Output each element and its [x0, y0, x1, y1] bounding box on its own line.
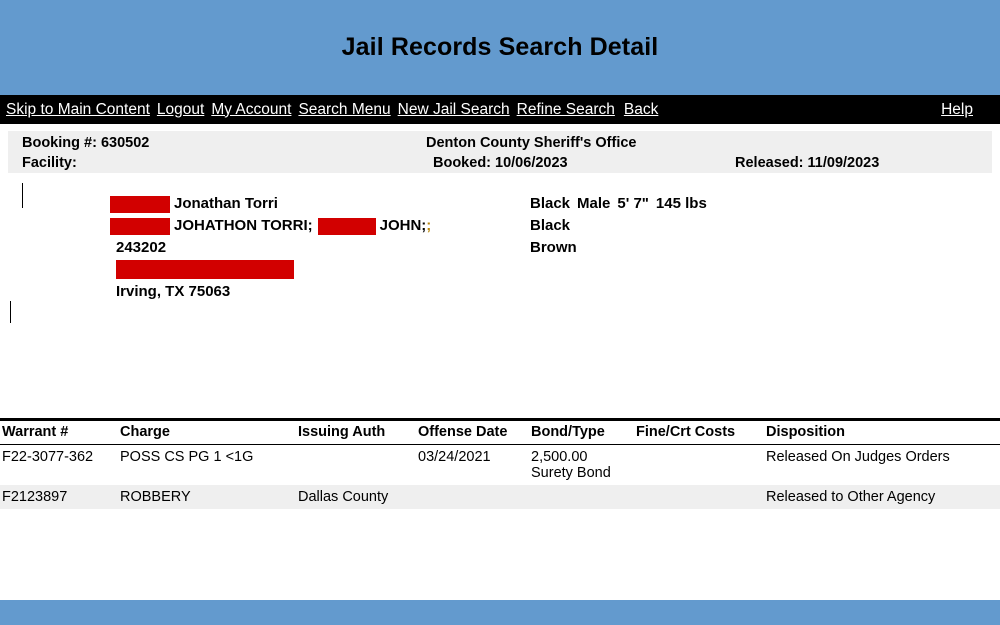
redaction-box-street-address: [116, 260, 294, 280]
redaction-box-name: [110, 195, 170, 213]
booking-summary-strip: Booking #: 630502 Facility: Denton Count…: [8, 131, 992, 173]
nav-link-refine-search[interactable]: Refine Search: [517, 101, 615, 119]
cell-bond-type: [531, 485, 636, 509]
cell-bond-type: 2,500.00 Surety Bond: [531, 449, 611, 481]
subject-detail-block: Jonathan Torri JOHATHON TORRI; JOHN;; 243…: [8, 173, 992, 418]
cell-fine-costs: [636, 485, 766, 509]
mugshot-placeholder-rule-bottom: [10, 301, 11, 323]
nav-link-logout[interactable]: Logout: [157, 101, 204, 119]
redaction-box-alias-2: [317, 217, 376, 235]
subject-alias-1: JOHATHON TORRI;: [174, 217, 313, 234]
cell-issuing-auth: Dallas County: [298, 485, 418, 509]
column-header-issuing-auth: Issuing Auth: [298, 418, 418, 445]
booked-date: Booked: 10/06/2023: [433, 155, 568, 171]
subject-id-line: 243202: [110, 237, 431, 259]
cell-warrant: F2123897: [0, 485, 120, 509]
table-row: F22-3077-362 POSS CS PG 1 <1G 03/24/2021…: [0, 445, 1000, 486]
subject-city-state-zip: Irving, TX 75063: [116, 283, 231, 300]
subject-id-number: 243202: [116, 239, 167, 256]
subject-name: Jonathan Torri: [174, 195, 278, 212]
page-footer-bar: [0, 600, 1000, 625]
subject-name-column: Jonathan Torri JOHATHON TORRI; JOHN;; 243…: [110, 193, 431, 259]
charges-table-header: Warrant # Charge Issuing Auth Offense Da…: [0, 418, 1000, 445]
subject-sex: Male: [577, 195, 611, 212]
subject-alias-2: JOHN;: [379, 217, 427, 234]
address-city-line: Irving, TX 75063: [110, 281, 294, 303]
nav-link-search-menu[interactable]: Search Menu: [298, 101, 390, 119]
address-street-line: [110, 259, 294, 281]
subject-alias-line: JOHATHON TORRI; JOHN;;: [110, 215, 431, 237]
page-title: Jail Records Search Detail: [341, 33, 659, 61]
cell-warrant: F22-3077-362: [2, 449, 94, 465]
table-row: F2123897 ROBBERY Dallas County Released …: [0, 485, 1000, 509]
page-header-banner: Jail Records Search Detail: [0, 0, 1000, 95]
column-header-disposition: Disposition: [766, 418, 1000, 445]
column-header-bond-type: Bond/Type: [531, 418, 636, 445]
column-header-warrant: Warrant #: [0, 418, 120, 445]
subject-name-line: Jonathan Torri: [110, 193, 431, 215]
nav-link-my-account[interactable]: My Account: [211, 101, 291, 119]
main-navigation-bar: Skip to Main Content Logout My Account S…: [0, 95, 1000, 124]
nav-links-left: Skip to Main Content Logout My Account S…: [6, 101, 941, 119]
charges-table: Warrant # Charge Issuing Auth Offense Da…: [0, 418, 1000, 509]
cell-charge: POSS CS PG 1 <1G: [120, 449, 254, 465]
cell-fine-costs: [636, 445, 766, 486]
column-header-offense-date: Offense Date: [418, 418, 531, 445]
nav-link-skip-to-main-content[interactable]: Skip to Main Content: [6, 101, 150, 119]
redaction-box-alias-1: [110, 217, 170, 235]
cell-offense-date: 03/24/2021: [418, 449, 491, 465]
charges-table-body: F22-3077-362 POSS CS PG 1 <1G 03/24/2021…: [0, 445, 1000, 509]
subject-weight: 145 lbs: [655, 195, 707, 212]
nav-links-right: Help: [941, 101, 992, 119]
physical-primary-line: Black Male 5' 7" 145 lbs: [530, 193, 707, 215]
nav-link-back[interactable]: Back: [624, 101, 658, 119]
column-header-charge: Charge: [120, 418, 298, 445]
subject-height: 5' 7": [617, 195, 649, 212]
cell-offense-date: [418, 485, 531, 509]
subject-hair-color: Black: [530, 217, 571, 234]
subject-alias-clipped: ;: [426, 217, 432, 234]
facility-label: Facility:: [22, 155, 77, 171]
mugshot-placeholder-rule-top: [22, 183, 23, 208]
subject-eye-color: Brown: [530, 239, 577, 256]
column-header-fine-costs: Fine/Crt Costs: [636, 418, 766, 445]
booking-agency: Denton County Sheriff's Office: [426, 135, 637, 151]
released-date: Released: 11/09/2023: [735, 155, 880, 171]
charges-header-row: Warrant # Charge Issuing Auth Offense Da…: [0, 418, 1000, 445]
cell-disposition: Released to Other Agency: [766, 485, 1000, 509]
nav-link-help[interactable]: Help: [941, 101, 973, 119]
cell-charge: ROBBERY: [120, 485, 298, 509]
subject-race: Black: [530, 195, 571, 212]
subject-physical-description-column: Black Male 5' 7" 145 lbs Black Brown: [530, 193, 707, 259]
booking-number: Booking #: 630502: [22, 135, 150, 151]
nav-link-new-jail-search[interactable]: New Jail Search: [398, 101, 510, 119]
subject-address-column: Irving, TX 75063: [110, 259, 294, 303]
cell-disposition: Released On Judges Orders: [766, 449, 950, 465]
cell-issuing-auth: [298, 445, 418, 486]
